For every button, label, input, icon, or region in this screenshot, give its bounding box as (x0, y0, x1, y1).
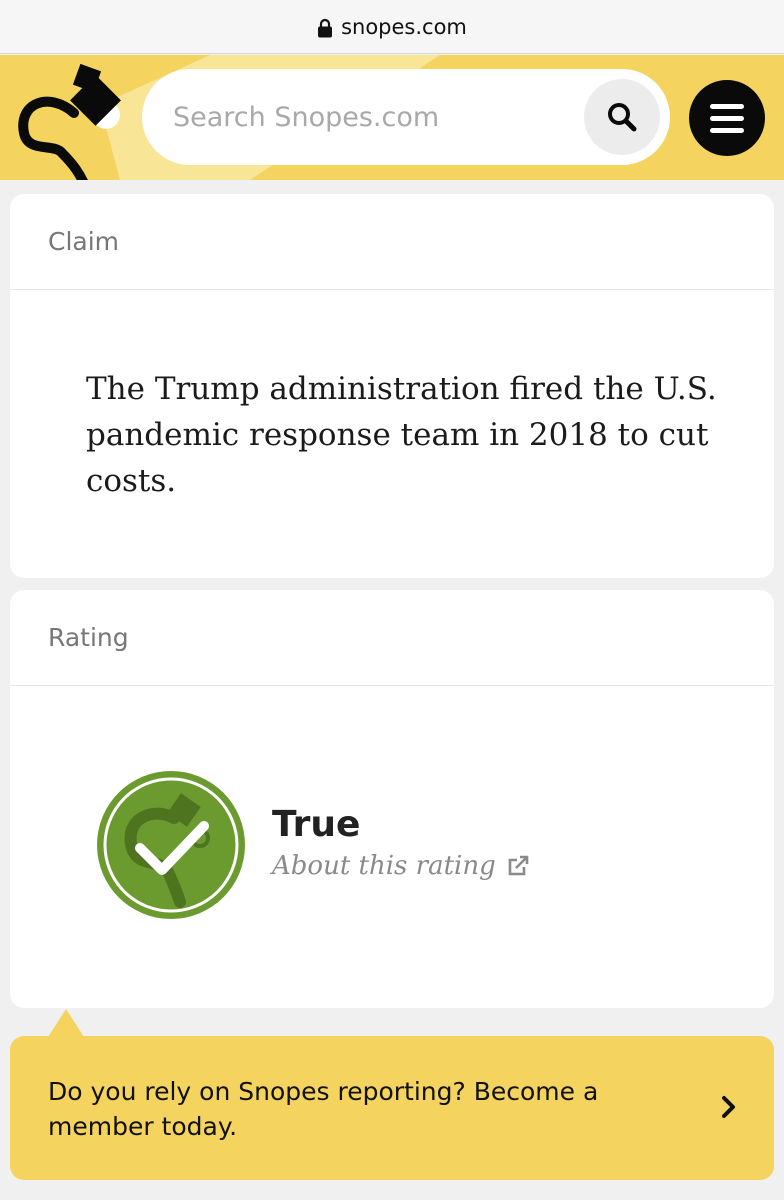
about-rating-link[interactable]: About this rating (272, 851, 530, 881)
search-input[interactable] (173, 101, 573, 133)
external-link-icon (508, 855, 529, 875)
search-bar[interactable] (142, 69, 670, 165)
about-rating-label: About this rating (272, 850, 496, 881)
chevron-right-icon (722, 1096, 735, 1118)
cta-text: Do you rely on Snopes reporting? Become … (48, 1077, 599, 1141)
snopes-spotlight-logo[interactable] (14, 63, 134, 180)
hamburger-menu-icon-bar (710, 115, 744, 121)
hamburger-menu-icon-bar (710, 127, 744, 133)
claim-heading: Claim (10, 194, 774, 290)
claim-card: Claim The Trump administration fired the… (10, 194, 774, 578)
cta-pointer (48, 1009, 84, 1037)
rating-card: Rating True About this rating (10, 590, 774, 1008)
menu-button[interactable] (689, 80, 765, 156)
rating-value: True (272, 803, 361, 845)
true-checkmark-badge-icon (97, 771, 245, 919)
rating-heading: Rating (10, 590, 774, 686)
lock-icon (318, 18, 333, 37)
rating-row: True About this rating (96, 770, 530, 920)
site-header (0, 55, 784, 180)
browser-url-bar[interactable]: snopes.com (0, 0, 784, 54)
search-icon (608, 103, 637, 132)
browser-url: snopes.com (341, 14, 467, 39)
search-button[interactable] (584, 79, 660, 155)
membership-cta[interactable]: Do you rely on Snopes reporting? Become … (10, 1036, 774, 1180)
claim-text: The Trump administration fired the U.S. … (86, 371, 717, 499)
hamburger-menu-icon (710, 103, 744, 109)
